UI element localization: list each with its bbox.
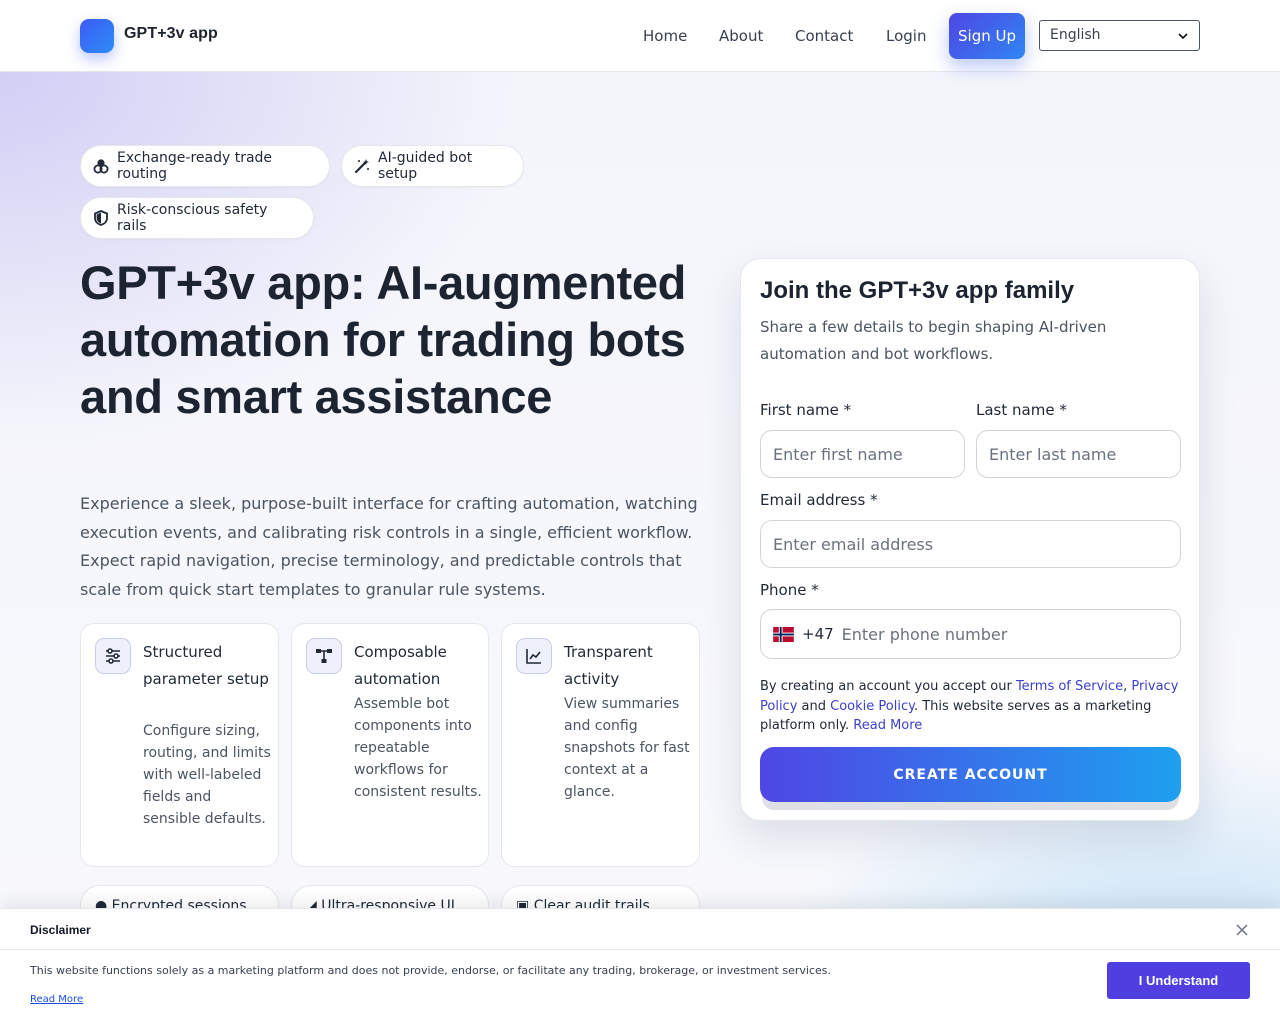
- feature-card-activity: Transparent activity View summaries and …: [501, 623, 700, 867]
- hero-title: GPT+3v app: AI-augmented automation for …: [80, 256, 687, 423]
- phone-label: Phone *: [760, 581, 819, 599]
- sliders-icon: [95, 638, 131, 674]
- shield-icon: [94, 210, 108, 226]
- logo-text[interactable]: GPT+3v app: [124, 25, 218, 43]
- terms-and: and: [797, 698, 831, 714]
- last-name-placeholder: Enter last name: [989, 444, 1117, 464]
- chip-trade-routing: Exchange-ready trade routing: [80, 145, 330, 187]
- email-label: Email address *: [760, 491, 878, 509]
- form-title: Join the GPT+3v app family: [760, 277, 1075, 304]
- language-value: English: [1050, 27, 1101, 43]
- nav-contact[interactable]: Contact: [795, 27, 853, 45]
- top-navbar: GPT+3v app Home About Contact Login Sign…: [0, 0, 1280, 72]
- chip-bot-setup: AI-guided bot setup: [341, 145, 524, 187]
- nav-about[interactable]: About: [719, 27, 763, 45]
- first-name-label: First name *: [760, 401, 852, 419]
- cookie-link[interactable]: Cookie Policy: [830, 699, 914, 714]
- disclaimer-read-more[interactable]: Read More: [30, 994, 83, 1005]
- feature-title: Transparent activity: [564, 643, 653, 688]
- first-name-placeholder: Enter first name: [773, 444, 903, 464]
- phone-input[interactable]: +47 Enter phone number: [760, 609, 1181, 659]
- feature-title: Structured parameter setup: [143, 643, 269, 688]
- form-subtitle: Share a few details to begin shaping AI-…: [760, 318, 1107, 363]
- chip-label: AI-guided bot setup: [378, 150, 473, 182]
- disclaimer-title: Disclaimer: [30, 923, 91, 937]
- disclaimer-divider: [0, 949, 1280, 950]
- nav-login[interactable]: Login: [886, 27, 926, 45]
- chip-safety-rails: Risk-conscious safety rails: [80, 197, 314, 239]
- last-name-label: Last name *: [976, 401, 1067, 419]
- signup-form-card: Join the GPT+3v app family Share a few d…: [740, 258, 1200, 821]
- norway-flag-icon[interactable]: [773, 626, 794, 642]
- terms-prefix: By creating an account you accept our: [760, 679, 1016, 694]
- chip-label: Risk-conscious safety rails: [117, 202, 268, 234]
- last-name-input[interactable]: Enter last name: [976, 430, 1181, 478]
- terms-text: By creating an account you accept our Te…: [760, 677, 1180, 736]
- disclaimer-banner: Disclaimer This website functions solely…: [0, 908, 1280, 1024]
- workflow-icon: [306, 638, 342, 674]
- phone-country-code: +47: [802, 625, 834, 643]
- email-input[interactable]: Enter email address: [760, 520, 1181, 568]
- logo-icon[interactable]: [80, 19, 114, 53]
- chart-line-icon: [516, 638, 552, 674]
- feature-title: Composable automation: [354, 643, 447, 688]
- understand-button[interactable]: I Understand: [1107, 962, 1250, 999]
- create-account-button[interactable]: CREATE ACCOUNT: [760, 747, 1181, 802]
- chevron-down-icon: [1178, 33, 1188, 40]
- feature-body: Assemble bot components into repeatable …: [354, 696, 482, 800]
- feature-card-automation: Composable automation Assemble bot compo…: [291, 623, 489, 867]
- language-select[interactable]: English: [1039, 20, 1200, 51]
- terms-link[interactable]: Terms of Service: [1016, 679, 1123, 694]
- chip-label: Exchange-ready trade routing: [117, 150, 273, 182]
- email-placeholder: Enter email address: [773, 534, 934, 554]
- first-name-input[interactable]: Enter first name: [760, 430, 965, 478]
- read-more-link[interactable]: Read More: [853, 718, 922, 733]
- feature-body: View summaries and config snapshots for …: [564, 696, 690, 800]
- signup-button[interactable]: Sign Up: [949, 13, 1025, 59]
- coins-icon: [93, 159, 109, 174]
- hero-description: Experience a sleek, purpose-built interf…: [80, 494, 698, 600]
- magic-wand-icon: [354, 159, 369, 174]
- disclaimer-text: This website functions solely as a marke…: [30, 964, 831, 977]
- nav-home[interactable]: Home: [643, 27, 687, 45]
- feature-card-parameters: Structured parameter setup Configure siz…: [80, 623, 279, 867]
- phone-placeholder: Enter phone number: [841, 624, 1008, 644]
- feature-body: Configure sizing, routing, and limits wi…: [143, 723, 271, 827]
- close-icon[interactable]: [1234, 922, 1250, 938]
